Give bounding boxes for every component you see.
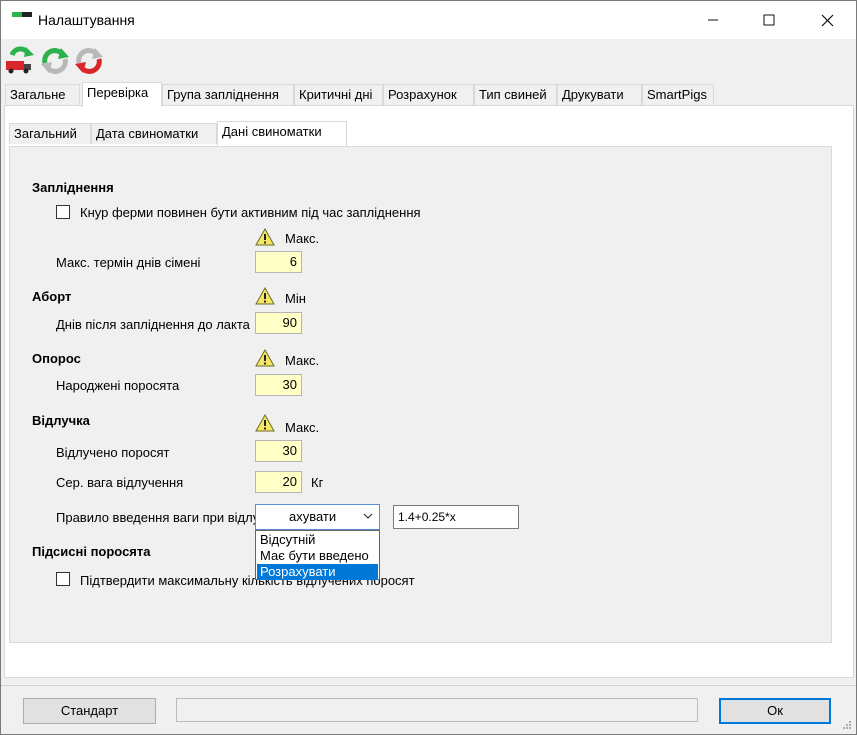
tab-smartpigs[interactable]: SmartPigs (642, 84, 714, 105)
max-semen-days-label: Макс. термін днів сімені (56, 255, 201, 270)
weight-rule-label: Правило введення ваги при відлучці (56, 510, 277, 525)
minimize-icon (708, 19, 718, 21)
subtab-general[interactable]: Загальний (9, 123, 91, 144)
weight-rule-selected: ахувати (258, 508, 358, 526)
app-icon (12, 12, 32, 17)
abortion-heading: Аборт (32, 289, 72, 304)
boar-active-checkbox[interactable] (56, 205, 70, 219)
weaning-heading: Відлучка (32, 413, 90, 428)
weight-rule-dropdown: Відсутній Має бути введено Розрахувати (255, 530, 380, 580)
insemination-heading: Запліднення (32, 180, 114, 195)
maximize-icon (763, 14, 775, 26)
born-piglets-input[interactable]: 30 (255, 374, 302, 396)
warning-icon (255, 228, 275, 246)
standard-button[interactable]: Стандарт (23, 698, 156, 724)
weight-rule-select[interactable]: ахувати (255, 504, 380, 530)
warning-icon (255, 414, 275, 432)
weaned-piglets-input[interactable]: 30 (255, 440, 302, 462)
days-after-insemination-input[interactable]: 90 (255, 312, 302, 334)
born-piglets-label: Народжені поросята (56, 378, 180, 393)
weaning-limit-label: Макс. (285, 420, 320, 435)
tab-print[interactable]: Друкувати (557, 84, 642, 105)
close-button[interactable] (798, 1, 856, 39)
minimize-button[interactable] (684, 1, 742, 39)
boar-active-label: Кнур ферми повинен бути активним під час… (80, 205, 421, 220)
close-icon (821, 14, 833, 26)
maximize-button[interactable] (740, 1, 798, 39)
max-semen-days-input[interactable]: 6 (255, 251, 302, 273)
tab-insemination-group[interactable]: Група запліднення (162, 84, 294, 105)
days-after-insemination-label: Днів після запліднення до лакта (56, 317, 250, 332)
tab-check[interactable]: Перевірка (82, 82, 162, 107)
arrows-sync-green-icon[interactable] (39, 45, 71, 75)
warning-icon (255, 287, 275, 305)
weight-formula-input[interactable]: 1.4+0.25*x (393, 505, 519, 529)
resize-grip-icon[interactable] (842, 720, 852, 730)
dropdown-option-absent[interactable]: Відсутній (257, 532, 378, 548)
tab-pig-type[interactable]: Тип свиней (474, 84, 557, 105)
dropdown-option-must-enter[interactable]: Має бути введено (257, 548, 378, 564)
abortion-limit-label: Мін (285, 291, 306, 306)
tab-calculation[interactable]: Розрахунок (383, 84, 474, 105)
farrowing-heading: Опорос (32, 351, 81, 366)
window-title: Налаштування (38, 12, 135, 28)
subtab-sow-data[interactable]: Дані свиноматки (217, 121, 347, 146)
tab-critical-days[interactable]: Критичні дні (294, 84, 383, 105)
avg-weight-input[interactable]: 20 (255, 471, 302, 493)
sub-tab-page (9, 146, 832, 643)
farrowing-limit-label: Макс. (285, 353, 320, 368)
chevron-down-icon[interactable] (361, 509, 375, 523)
settings-window: Налаштування Загальне Перевірка Група за… (0, 0, 857, 735)
insemination-limit-label: Макс. (285, 231, 320, 246)
avg-weight-label: Сер. вага відлучення (56, 475, 184, 490)
toolbar (1, 39, 856, 79)
subtab-sow-date[interactable]: Дата свиноматки (91, 123, 217, 144)
confirm-max-weaned-checkbox[interactable] (56, 572, 70, 586)
status-panel (176, 698, 698, 722)
suckling-heading: Підсисні поросята (32, 544, 151, 559)
avg-weight-unit: Кг (311, 475, 324, 490)
warning-icon (255, 349, 275, 367)
tab-general[interactable]: Загальне (5, 84, 80, 105)
title-bar: Налаштування (1, 1, 856, 39)
weaned-piglets-label: Відлучено поросят (56, 445, 170, 460)
truck-sync-icon[interactable] (4, 45, 36, 75)
dropdown-option-calculate[interactable]: Розрахувати (257, 564, 378, 580)
arrows-sync-red-icon[interactable] (73, 45, 105, 75)
ok-button[interactable]: Ок (719, 698, 831, 724)
